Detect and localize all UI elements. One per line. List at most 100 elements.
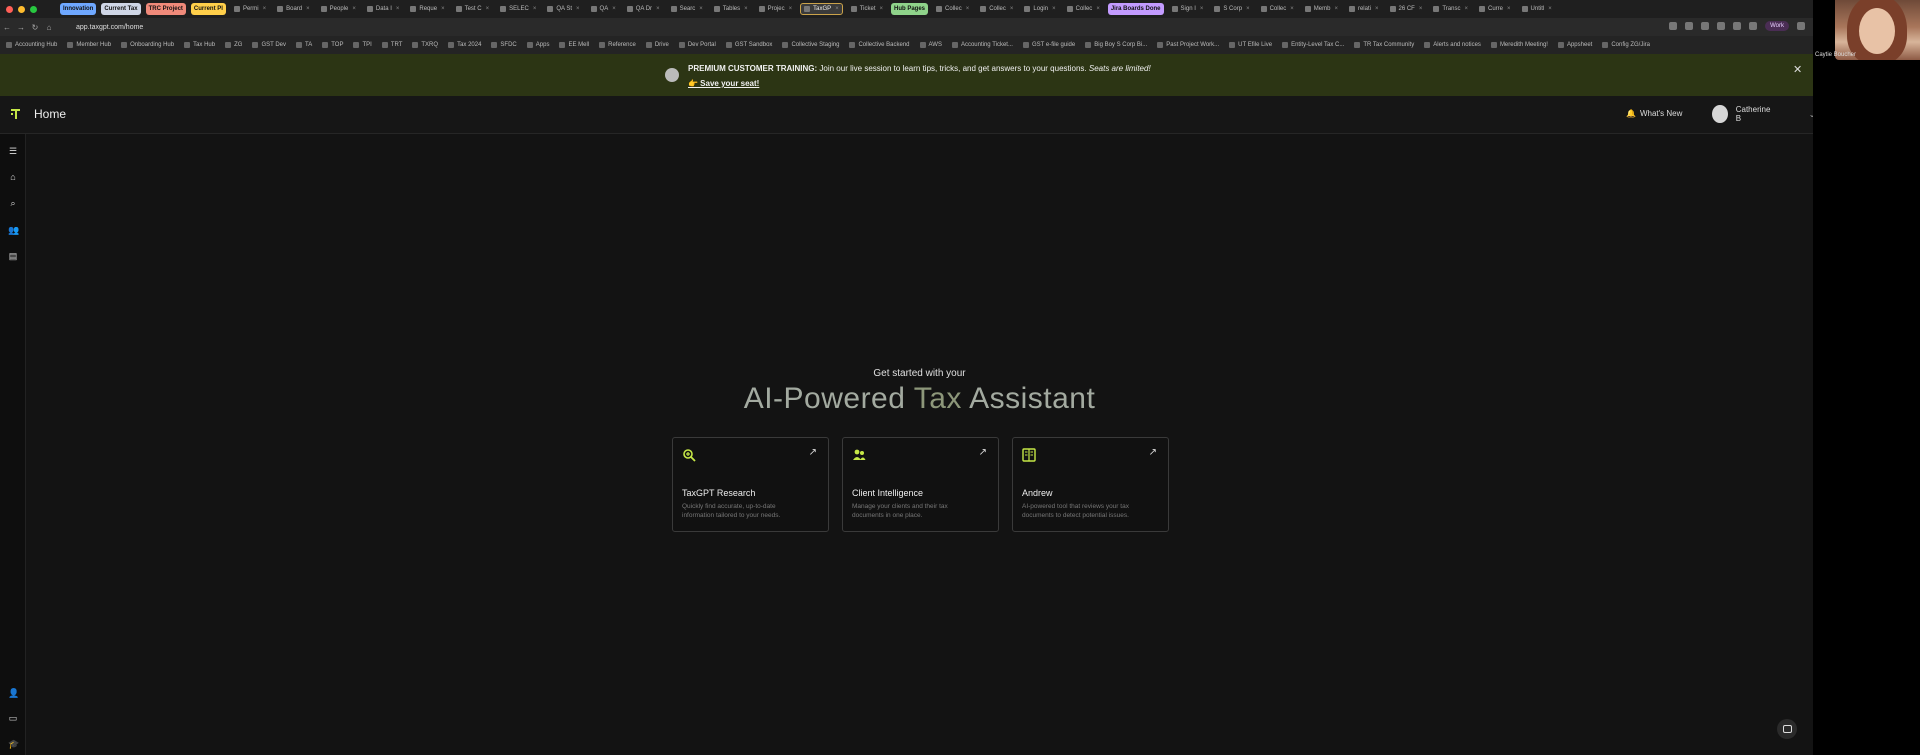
bookmark-item[interactable]: Collective Staging <box>782 42 839 48</box>
history-icon[interactable] <box>1733 22 1742 30</box>
close-tab-icon[interactable]: × <box>441 6 445 12</box>
browser-tab[interactable]: Collec × <box>1064 3 1103 15</box>
tab-group-label[interactable]: Current Tax <box>101 3 141 15</box>
close-tab-icon[interactable]: × <box>1375 6 1379 12</box>
bookmark-item[interactable]: Appsheet <box>1557 42 1592 48</box>
bookmark-item[interactable]: Past Project Work... <box>1157 42 1219 48</box>
browser-tab[interactable]: QA St × <box>544 3 582 15</box>
browser-tab[interactable]: Curre × <box>1476 3 1514 15</box>
taxgpt-logo-icon[interactable] <box>10 108 22 120</box>
search-icon[interactable]: ⌕ <box>8 198 18 208</box>
browser-tab[interactable]: Reque × <box>407 3 447 15</box>
close-tab-icon[interactable]: × <box>396 6 400 12</box>
bookmark-item[interactable]: Config ZG/Jira <box>1602 42 1650 48</box>
chat-launcher-button[interactable] <box>1777 719 1797 739</box>
close-tab-icon[interactable]: × <box>835 6 839 12</box>
url-field[interactable]: app.taxgpt.com/home <box>76 24 143 31</box>
bookmark-item[interactable]: EE Mell <box>559 42 589 48</box>
browser-tab[interactable]: SELEC × <box>497 3 539 15</box>
close-tab-icon[interactable]: × <box>1290 6 1294 12</box>
close-tab-icon[interactable]: × <box>1464 6 1468 12</box>
close-tab-icon[interactable]: × <box>306 6 310 12</box>
browser-tab[interactable]: Permi × <box>231 3 269 15</box>
bookmark-item[interactable]: Onboarding Hub <box>121 42 174 48</box>
browser-tab[interactable]: People × <box>318 3 359 15</box>
browser-tab[interactable]: QA × <box>588 3 619 15</box>
bookmark-item[interactable]: Collective Backend <box>849 42 910 48</box>
bookmark-item[interactable]: AWS <box>919 42 942 48</box>
browser-tab[interactable]: Collec × <box>1258 3 1297 15</box>
browser-tab[interactable]: Data I × <box>364 3 403 15</box>
whats-new-button[interactable]: 🔔 What's New <box>1626 109 1682 118</box>
browser-tab[interactable]: relati × <box>1346 3 1382 15</box>
browser-tab[interactable]: Ticket × <box>848 3 886 15</box>
bookmark-item[interactable]: TA <box>296 42 312 48</box>
browser-tab[interactable]: QA Dr × <box>624 3 663 15</box>
close-tab-icon[interactable]: × <box>1052 6 1056 12</box>
close-tab-icon[interactable]: × <box>1096 6 1100 12</box>
bookmark-item[interactable]: TOP <box>322 42 343 48</box>
bookmark-item[interactable]: Reference <box>599 42 636 48</box>
card-client-intelligence[interactable]: ↗ Client Intelligence Manage your client… <box>842 437 999 532</box>
close-tab-icon[interactable]: × <box>1246 6 1250 12</box>
minimize-window-button[interactable] <box>18 6 25 13</box>
close-tab-icon[interactable]: × <box>1419 6 1423 12</box>
browser-tab[interactable]: Memb × <box>1302 3 1341 15</box>
close-tab-icon[interactable]: × <box>486 6 490 12</box>
close-tab-icon[interactable]: × <box>966 6 970 12</box>
window-controls[interactable] <box>6 6 37 13</box>
card-andrew[interactable]: ↗ Andrew AI-powered tool that reviews yo… <box>1012 437 1169 532</box>
learn-icon[interactable]: 🎓 <box>8 739 19 749</box>
browser-tab[interactable]: Sign I × <box>1169 3 1207 15</box>
tab-group-label[interactable]: Current Pl <box>190 3 226 15</box>
bookmark-item[interactable]: TXRQ <box>412 42 438 48</box>
bookmark-item[interactable]: Entity-Level Tax C... <box>1282 42 1344 48</box>
guide-icon[interactable]: ▭ <box>8 713 18 723</box>
close-tab-icon[interactable]: × <box>352 6 356 12</box>
back-icon[interactable]: ← <box>0 23 14 32</box>
browser-tab[interactable]: Collec × <box>977 3 1016 15</box>
bookmark-item[interactable]: Apps <box>526 42 549 48</box>
tab-group-label[interactable]: TRC Project <box>145 3 186 15</box>
browser-tab[interactable]: 26 CF × <box>1387 3 1426 15</box>
close-tab-icon[interactable]: × <box>1507 6 1511 12</box>
close-tab-icon[interactable]: × <box>656 6 660 12</box>
close-banner-button[interactable]: ✕ <box>1793 63 1802 76</box>
bookmark-item[interactable]: Accounting Ticket... <box>951 42 1013 48</box>
browser-tab[interactable]: Projec × <box>756 3 796 15</box>
bookmark-item[interactable]: Tax 2024 <box>448 42 481 48</box>
user-menu[interactable]: Catherine B ⌄ <box>1712 105 1813 123</box>
bookmark-item[interactable]: Alerts and notices <box>1424 42 1481 48</box>
browser-tab[interactable]: S Corp × <box>1211 3 1252 15</box>
browser-tab[interactable]: TaxGP × <box>800 3 843 15</box>
menu-icon[interactable]: ☰ <box>8 146 18 156</box>
browser-tab[interactable]: Transc × <box>1430 3 1471 15</box>
bookmark-item[interactable]: ZG <box>225 42 242 48</box>
home-icon[interactable]: ⌂ <box>8 172 18 182</box>
browser-tab[interactable]: Untitl × <box>1519 3 1555 15</box>
browser-tab[interactable]: Login × <box>1021 3 1058 15</box>
menu-icon[interactable] <box>1797 22 1805 30</box>
profile-badge[interactable]: Work <box>1765 21 1789 31</box>
close-tab-icon[interactable]: × <box>879 6 883 12</box>
bookmark-item[interactable]: GST e-file guide <box>1022 42 1075 48</box>
card-taxgpt-research[interactable]: ↗ TaxGPT Research Quickly find accurate,… <box>672 437 829 532</box>
download-icon[interactable] <box>1717 22 1726 30</box>
close-tab-icon[interactable]: × <box>789 6 793 12</box>
bookmark-item[interactable]: UT Efile Live <box>1229 42 1272 48</box>
sidebar-icon[interactable] <box>1749 22 1758 30</box>
team-icon[interactable]: 👤 <box>8 688 19 698</box>
zoom-window-button[interactable] <box>30 6 37 13</box>
bookmark-item[interactable]: GST Sandbox <box>725 42 772 48</box>
forward-icon[interactable]: → <box>14 23 28 32</box>
people-icon[interactable]: 👥 <box>8 225 19 235</box>
tab-group-label[interactable]: Jira Boards Done <box>1107 3 1164 15</box>
tab-group-label[interactable]: Innovation <box>60 3 97 15</box>
bookmark-item[interactable]: Tax Hub <box>184 42 215 48</box>
browser-tab[interactable]: Searc × <box>668 3 706 15</box>
close-tab-icon[interactable]: × <box>612 6 616 12</box>
bookmark-item[interactable]: Meredith Meeting! <box>1490 42 1548 48</box>
extension-icon[interactable] <box>1701 22 1710 30</box>
close-window-button[interactable] <box>6 6 13 13</box>
bookmark-item[interactable]: Dev Portal <box>678 42 716 48</box>
